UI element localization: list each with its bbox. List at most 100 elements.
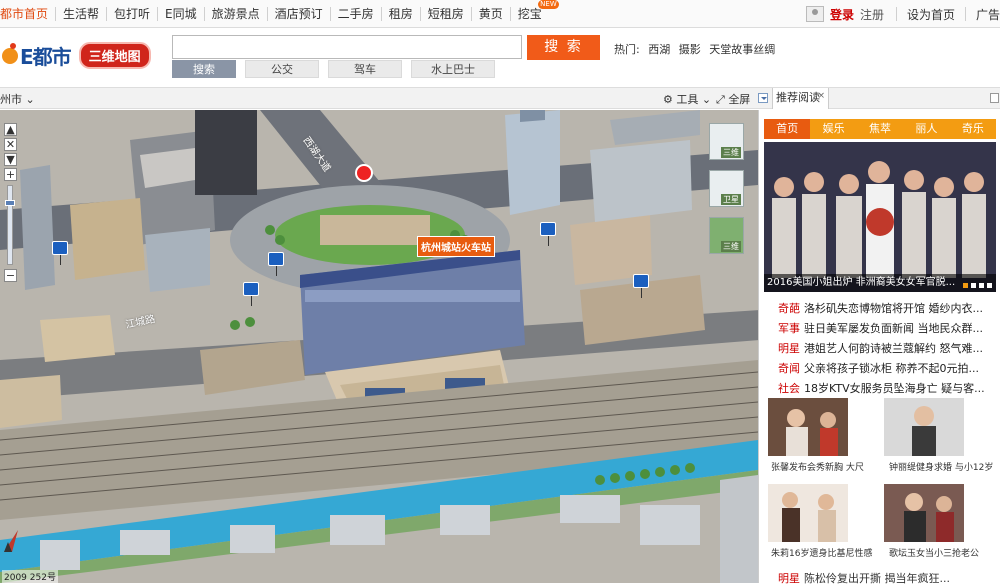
- nav-link-hotel[interactable]: 酒店预订: [268, 7, 331, 21]
- carousel-dot[interactable]: [979, 283, 984, 288]
- thumbnail-caption[interactable]: 钟丽缇健身求婚 与小12岁: [889, 460, 993, 473]
- search-input[interactable]: [172, 35, 522, 59]
- zoom-in-button[interactable]: +: [4, 168, 17, 181]
- map-type-tag: 三维地图: [78, 42, 151, 69]
- bus-stop-icon[interactable]: [633, 274, 649, 298]
- news-list: 奇葩 洛杉矶失恋博物馆将开馆 婚纱内衣... 军事 驻日美军屡发负面新闻 当地民众群…: [778, 299, 999, 399]
- nav-link-rent[interactable]: 租房: [382, 7, 421, 21]
- tab-bus[interactable]: 公交: [245, 60, 319, 78]
- map-3d-view[interactable]: 杭州城站火车站 江城路 西湖大道 ▲ ✕ ▼ + − 三维 卫星 三维 2009…: [0, 110, 758, 583]
- view-3d-alt-button[interactable]: 三维: [709, 217, 744, 254]
- list-item[interactable]: 社会 18岁KTV女服务员坠海身亡 疑与客...: [778, 379, 999, 399]
- list-item[interactable]: 奇葩 洛杉矶失恋博物馆将开馆 婚纱内衣...: [778, 299, 999, 319]
- carousel-dots: [960, 283, 992, 288]
- collapse-panel-button[interactable]: [758, 93, 768, 103]
- category-tabs: 首页 娱乐 焦萃 丽人 奇乐: [764, 119, 996, 139]
- bus-stop-icon[interactable]: [540, 222, 556, 246]
- city-selector[interactable]: 州市 ⌄: [0, 91, 35, 107]
- zoom-control: ▲ ✕ ▼ + −: [4, 123, 20, 284]
- zoom-out-button[interactable]: −: [4, 269, 17, 282]
- user-icon: [805, 6, 824, 22]
- ad-link[interactable]: 广告: [976, 6, 1000, 23]
- tab-recommended-reading[interactable]: 推荐阅读 ×: [772, 88, 829, 109]
- tab-entertainment[interactable]: 娱乐: [810, 119, 856, 139]
- fullscreen-button[interactable]: ⤢ 全屏: [716, 91, 750, 107]
- nav-link-treasure[interactable]: 挖宝 NEW: [511, 0, 559, 21]
- news-category: 奇闻: [778, 362, 800, 375]
- tab-home[interactable]: 首页: [764, 119, 811, 139]
- tab-water-bus[interactable]: 水上巴士: [411, 60, 495, 78]
- carousel-dot[interactable]: [971, 283, 976, 288]
- close-icon[interactable]: ×: [817, 86, 825, 106]
- list-item[interactable]: 明星 陈松伶复出开撕 揭当年疯狂...: [778, 570, 950, 586]
- hero-photo: [764, 142, 996, 292]
- nav-link-life[interactable]: 生活帮: [56, 7, 108, 21]
- top-right-account: 登录 注册 设为首页 广告: [805, 0, 1000, 28]
- news-category: 社会: [778, 382, 800, 395]
- hot-label: 热门:: [614, 43, 640, 56]
- hot-item[interactable]: 摄影: [679, 43, 701, 56]
- nav-link-travel[interactable]: 旅游景点: [205, 7, 268, 21]
- compass-icon[interactable]: [0, 528, 20, 554]
- tab-fun[interactable]: 奇乐: [950, 119, 996, 139]
- search-button[interactable]: 搜 索: [527, 35, 600, 60]
- register-link[interactable]: 注册: [860, 6, 884, 23]
- nav-link-home[interactable]: 都市首页: [0, 7, 57, 21]
- expand-icon[interactable]: [990, 93, 999, 103]
- bus-stop-icon[interactable]: [243, 282, 259, 306]
- hot-searches: 热门: 西湖 摄影 天堂故事丝绸: [614, 41, 780, 57]
- thumbnail-caption[interactable]: 张馨发布会秀新胸 大尺: [771, 460, 864, 473]
- set-homepage-link[interactable]: 设为首页: [907, 6, 955, 23]
- list-item[interactable]: 军事 驻日美军屡发负面新闻 当地民众群...: [778, 319, 999, 339]
- tab-search[interactable]: 搜索: [172, 60, 236, 78]
- pan-down-icon[interactable]: ▼: [4, 153, 17, 166]
- photo-thumbnail[interactable]: [768, 398, 848, 456]
- hot-item[interactable]: 西湖: [648, 43, 670, 56]
- chevron-down-icon: ⌄: [25, 93, 35, 106]
- pan-reset-icon[interactable]: ✕: [4, 138, 17, 151]
- zoom-slider-handle[interactable]: [5, 200, 15, 206]
- site-logo[interactable]: E都市 三维地图: [2, 41, 151, 70]
- thumbnail-caption[interactable]: 朱莉16岁遗身比基尼性感: [771, 546, 872, 559]
- fullscreen-label: 全屏: [728, 93, 751, 106]
- map-toolbar: 州市 ⌄ ⚙ 工具 ⌄ ⤢ 全屏 推荐阅读 ×: [0, 87, 1000, 109]
- list-item[interactable]: 奇闻 父亲将孩子锁冰柜 称养不起0元拍...: [778, 359, 999, 379]
- carousel-dot[interactable]: [963, 283, 968, 288]
- photo-thumbnail[interactable]: [768, 484, 848, 542]
- fullscreen-icon: ⤢: [716, 93, 725, 106]
- news-category: 明星: [778, 342, 800, 355]
- map-scale: 2009 252号: [2, 570, 58, 583]
- news-title: 陈松伶复出开撕 揭当年疯狂...: [804, 572, 950, 585]
- subway-station-icon[interactable]: [355, 164, 373, 182]
- tab-beauty[interactable]: 丽人: [903, 119, 949, 139]
- thumbnail-caption[interactable]: 歌坛玉女当小三抢老公: [889, 546, 979, 559]
- view-3d-button[interactable]: 三维: [709, 123, 744, 160]
- photo-thumbnail[interactable]: [884, 398, 964, 456]
- carousel-dot[interactable]: [987, 283, 992, 288]
- nav-link-secondhand-house[interactable]: 二手房: [331, 7, 382, 21]
- tools-menu[interactable]: ⚙ 工具 ⌄: [663, 91, 711, 107]
- list-item[interactable]: 明星 港姐艺人何韵诗被兰蔻解约 怒气难...: [778, 339, 999, 359]
- bus-stop-icon[interactable]: [268, 252, 284, 276]
- station-label[interactable]: 杭州城站火车站: [417, 236, 495, 257]
- login-link[interactable]: 登录: [830, 6, 854, 23]
- nav-link-ask[interactable]: 包打听: [107, 7, 159, 21]
- bus-stop-icon[interactable]: [52, 241, 68, 265]
- zoom-slider[interactable]: [5, 185, 15, 265]
- pan-up-icon[interactable]: ▲: [4, 123, 17, 136]
- chevron-down-icon: ⌄: [701, 93, 712, 106]
- photo-thumbnail[interactable]: [884, 484, 964, 542]
- tab-drive[interactable]: 驾车: [328, 60, 402, 78]
- news-title: 驻日美军屡发负面新闻 当地民众群...: [804, 322, 983, 335]
- nav-link-short-rent[interactable]: 短租房: [421, 7, 472, 21]
- hot-item[interactable]: 天堂故事丝绸: [709, 43, 775, 56]
- nav-link-ecity[interactable]: E同城: [158, 7, 205, 21]
- recommended-reading-panel: 首页 娱乐 焦萃 丽人 奇乐 2016美国小姐出炉 非洲裔美女女军官脱... 奇…: [758, 110, 1000, 586]
- logo-mark-icon: [2, 42, 18, 64]
- new-badge: NEW: [538, 0, 559, 9]
- tab-focus[interactable]: 焦萃: [857, 119, 903, 139]
- nav-link-yellow-pages[interactable]: 黄页: [472, 7, 511, 21]
- tab-recommended-label: 推荐阅读: [776, 91, 820, 104]
- view-satellite-button[interactable]: 卫星: [709, 170, 744, 207]
- hero-image[interactable]: 2016美国小姐出炉 非洲裔美女女军官脱...: [764, 142, 996, 292]
